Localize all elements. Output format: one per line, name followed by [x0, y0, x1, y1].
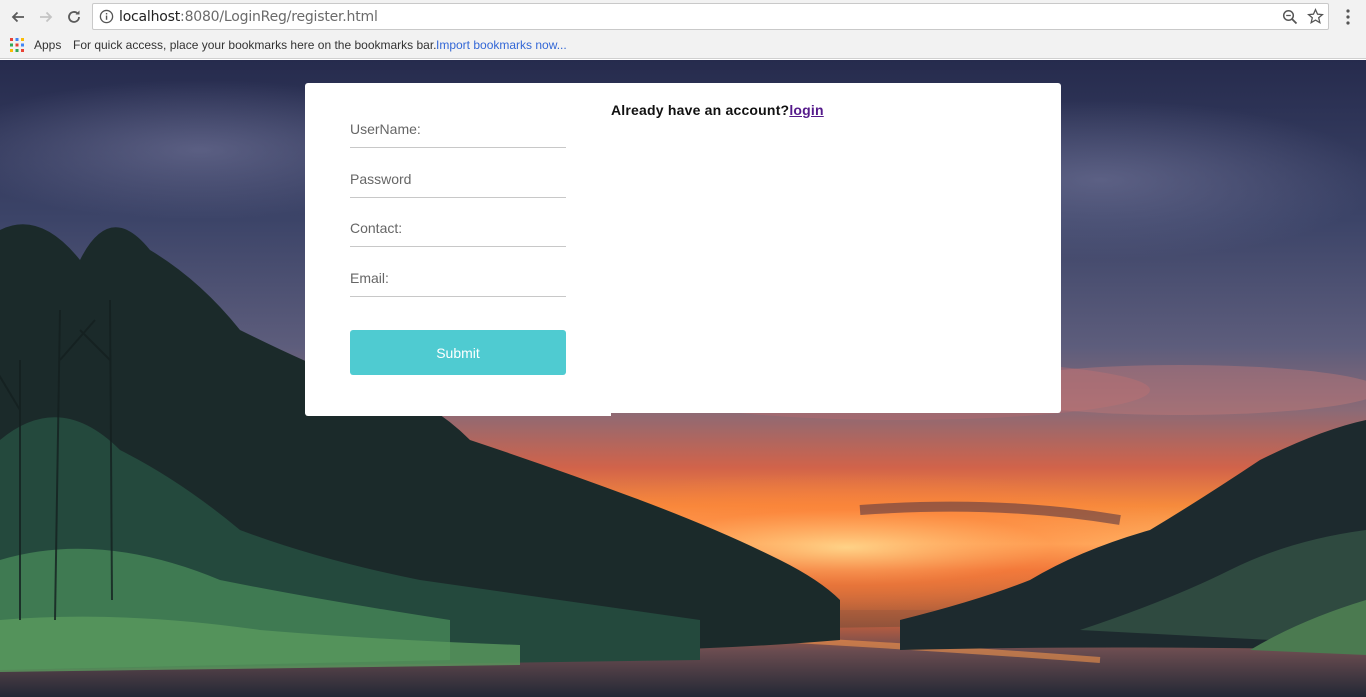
- url-host: localhost: [119, 9, 181, 25]
- apps-grid-icon[interactable]: [10, 38, 24, 52]
- login-link[interactable]: login: [789, 102, 823, 118]
- menu-kebab-icon[interactable]: [1341, 8, 1355, 26]
- reload-button[interactable]: [61, 4, 87, 30]
- reload-icon: [68, 10, 80, 23]
- zoom-icon[interactable]: [1282, 9, 1298, 25]
- page-viewport: Submit Already have an account?login: [0, 60, 1366, 697]
- browser-toolbar: localhost:8080/LoginReg/register.html: [0, 0, 1366, 34]
- forward-button[interactable]: [33, 4, 59, 30]
- bookmarks-bar: Apps For quick access, place your bookma…: [0, 34, 1366, 59]
- back-arrow-icon: [11, 11, 24, 23]
- star-icon[interactable]: [1307, 8, 1324, 25]
- forward-arrow-icon: [40, 11, 53, 23]
- password-field[interactable]: [350, 160, 566, 198]
- info-icon[interactable]: [99, 9, 114, 24]
- apps-shortcut[interactable]: Apps: [34, 38, 61, 52]
- register-form-card: Submit: [305, 83, 611, 416]
- address-bar[interactable]: localhost:8080/LoginReg/register.html: [92, 3, 1329, 30]
- submit-button[interactable]: Submit: [350, 330, 566, 375]
- url-path: :8080/LoginReg/register.html: [180, 9, 378, 25]
- import-bookmarks-link[interactable]: Import bookmarks now...: [436, 38, 567, 52]
- already-have-account-text: Already have an account?login: [611, 102, 824, 118]
- bookmarks-hint: For quick access, place your bookmarks h…: [73, 38, 437, 52]
- already-prompt: Already have an account?: [611, 102, 790, 118]
- email-field[interactable]: [350, 259, 566, 297]
- login-prompt-card: Already have an account?login: [611, 83, 1061, 413]
- back-button[interactable]: [5, 4, 31, 30]
- url-text[interactable]: localhost:8080/LoginReg/register.html: [119, 9, 378, 25]
- username-field[interactable]: [350, 110, 566, 148]
- contact-field[interactable]: [350, 209, 566, 247]
